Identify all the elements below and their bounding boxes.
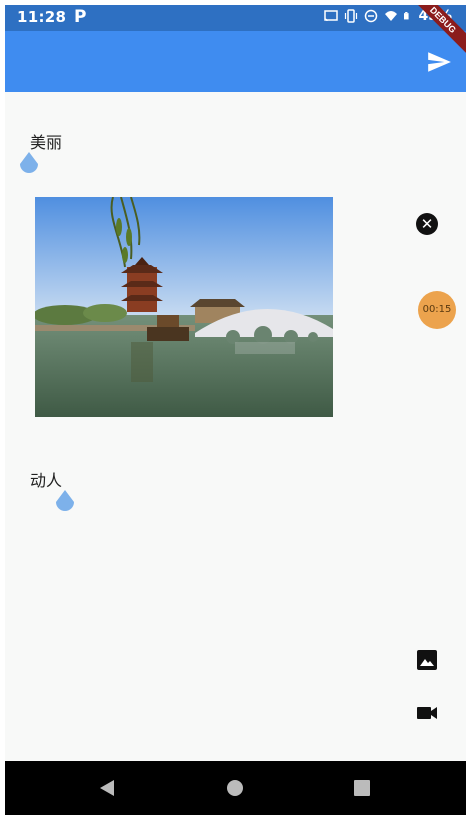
- vibrate-icon: [345, 9, 358, 23]
- recording-timer[interactable]: 00:15: [418, 291, 456, 329]
- cast-icon: [324, 10, 339, 22]
- selection-handle-icon[interactable]: [53, 490, 77, 514]
- close-icon: ✕: [420, 215, 434, 233]
- wifi-icon: [385, 11, 398, 21]
- recents-icon[interactable]: [354, 780, 370, 796]
- dnd-icon: [365, 9, 378, 23]
- remove-image-button[interactable]: ✕: [416, 213, 438, 235]
- status-bar: 11:28 P 45%: [5, 5, 466, 31]
- navigation-bar: [5, 761, 466, 815]
- status-time: 11:28: [17, 8, 67, 26]
- landscape-photo: [35, 197, 333, 417]
- send-icon[interactable]: [426, 49, 452, 75]
- home-icon[interactable]: [227, 780, 243, 796]
- text-item-2: 动人: [30, 471, 63, 490]
- screen: 11:28 P 45%: [5, 5, 466, 815]
- selection-handle-icon[interactable]: [17, 152, 41, 176]
- battery-icon: [404, 12, 410, 20]
- image-icon[interactable]: [415, 648, 439, 672]
- parking-app-icon: P: [74, 7, 87, 27]
- text-item-1: 美丽: [30, 133, 63, 152]
- back-icon[interactable]: [98, 779, 116, 797]
- app-bar: [5, 31, 466, 92]
- videocam-icon[interactable]: [415, 701, 439, 725]
